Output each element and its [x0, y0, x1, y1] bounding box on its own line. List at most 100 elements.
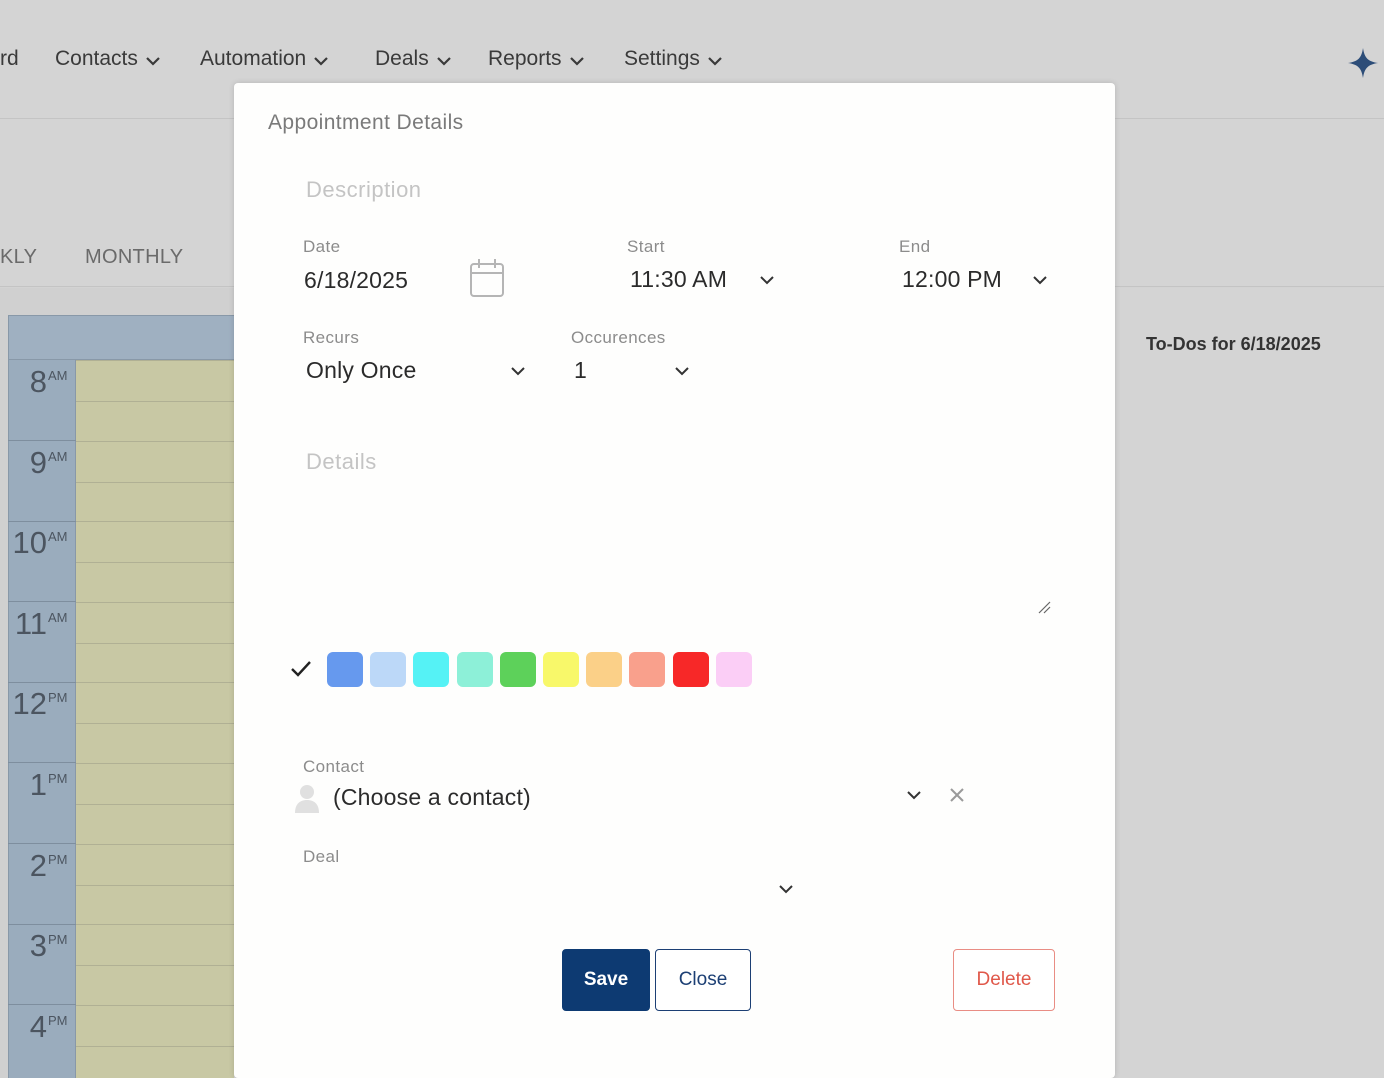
close-button[interactable]: Close	[655, 949, 751, 1011]
chevron-down-icon[interactable]	[906, 787, 922, 803]
close-icon[interactable]	[948, 786, 966, 804]
hour-label: 8 AM	[8, 360, 76, 441]
end-label: End	[899, 237, 931, 256]
hour-ampm: PM	[48, 1013, 68, 1028]
color-swatch[interactable]	[413, 652, 449, 687]
deal-label: Deal	[303, 847, 340, 866]
time-slot-line	[76, 482, 234, 483]
color-swatch[interactable]	[629, 652, 665, 687]
hour-label: 3 PM	[8, 924, 76, 1005]
nav-label: Reports	[488, 47, 562, 70]
hour-label: 10 AM	[8, 521, 76, 602]
hour-label: 4 PM	[8, 1005, 76, 1078]
occurrences-select[interactable]: 1	[574, 357, 587, 384]
time-slot-line	[76, 763, 234, 764]
nav-dashboard[interactable]: rd	[0, 44, 19, 74]
hour-ampm: AM	[48, 529, 68, 544]
nav-label: Contacts	[55, 47, 138, 70]
hour-number: 12	[12, 686, 47, 721]
modal-title: Appointment Details	[268, 111, 464, 134]
color-swatch[interactable]	[457, 652, 493, 687]
chevron-down-icon	[569, 51, 585, 67]
chevron-down-icon[interactable]	[759, 272, 775, 288]
appointment-modal: Appointment Details Description Date 6/1…	[234, 83, 1115, 1078]
day-column-header	[76, 315, 234, 360]
save-button[interactable]: Save	[562, 949, 650, 1011]
color-swatch[interactable]	[543, 652, 579, 687]
hour-number: 8	[29, 364, 47, 399]
end-select[interactable]: 12:00 PM	[902, 266, 1002, 293]
occurrences-label: Occurences	[571, 328, 666, 347]
resize-handle-icon[interactable]	[1037, 600, 1051, 614]
day-column[interactable]	[76, 360, 234, 1078]
hour-ampm: PM	[48, 932, 68, 947]
tab-monthly[interactable]: MONTHLY	[85, 246, 183, 269]
nav-label: Automation	[200, 47, 307, 70]
time-slot-line	[76, 682, 234, 683]
chevron-down-icon	[313, 51, 329, 67]
time-slot-line	[76, 1046, 234, 1047]
hour-label: 11 AM	[8, 602, 76, 683]
todo-panel	[1116, 288, 1384, 1078]
time-slot-line	[76, 441, 234, 442]
checkmark-icon	[290, 658, 312, 680]
hour-ampm: AM	[48, 449, 68, 464]
recurs-label: Recurs	[303, 328, 360, 347]
hour-ampm: PM	[48, 852, 68, 867]
hour-label: 2 PM	[8, 844, 76, 925]
person-icon	[294, 783, 320, 813]
chevron-down-icon	[436, 51, 452, 67]
color-swatch[interactable]	[673, 652, 709, 687]
color-swatch[interactable]	[500, 652, 536, 687]
hour-label: 12 PM	[8, 682, 76, 763]
start-label: Start	[627, 237, 665, 256]
hour-ampm: AM	[48, 610, 68, 625]
hour-ampm: PM	[48, 690, 68, 705]
color-swatch[interactable]	[370, 652, 406, 687]
time-slot-line	[76, 521, 234, 522]
sparkle-icon[interactable]	[1346, 46, 1380, 80]
contact-select[interactable]: (Choose a contact)	[333, 784, 531, 811]
recurs-select[interactable]: Only Once	[306, 357, 416, 384]
time-slot-line	[76, 1005, 234, 1006]
contact-label: Contact	[303, 757, 365, 776]
hour-ampm: AM	[48, 368, 68, 383]
time-slot-line	[76, 924, 234, 925]
calendar-icon[interactable]	[469, 258, 505, 298]
hour-ampm: PM	[48, 771, 68, 786]
time-slot-line	[76, 562, 234, 563]
nav-reports[interactable]: Reports	[488, 44, 585, 74]
hour-label: 1 PM	[8, 763, 76, 844]
color-swatch[interactable]	[716, 652, 752, 687]
time-slot-line	[76, 643, 234, 644]
hour-number: 1	[29, 767, 47, 802]
chevron-down-icon	[707, 51, 723, 67]
delete-button[interactable]: Delete	[953, 949, 1055, 1011]
nav-automation[interactable]: Automation	[200, 44, 329, 74]
hour-number: 9	[29, 445, 47, 480]
start-select[interactable]: 11:30 AM	[630, 266, 727, 293]
chevron-down-icon	[145, 51, 161, 67]
date-label: Date	[303, 237, 341, 256]
time-slot-line	[76, 804, 234, 805]
time-slot-line	[76, 360, 234, 361]
hour-number: 4	[29, 1009, 47, 1044]
color-swatch[interactable]	[327, 652, 363, 687]
hour-number: 2	[29, 848, 47, 883]
chevron-down-icon[interactable]	[510, 363, 526, 379]
chevron-down-icon[interactable]	[674, 363, 690, 379]
hour-number: 11	[14, 606, 47, 641]
chevron-down-icon[interactable]	[778, 881, 794, 897]
description-input[interactable]: Description	[306, 177, 422, 203]
nav-contacts[interactable]: Contacts	[55, 44, 161, 74]
chevron-down-icon[interactable]	[1032, 272, 1048, 288]
time-slot-line	[76, 723, 234, 724]
tab-weekly[interactable]: KLY	[0, 246, 37, 269]
color-swatch[interactable]	[586, 652, 622, 687]
nav-settings[interactable]: Settings	[624, 44, 723, 74]
details-textarea[interactable]: Details	[306, 449, 377, 475]
hour-number: 3	[29, 928, 47, 963]
time-slot-line	[76, 844, 234, 845]
nav-deals[interactable]: Deals	[375, 44, 452, 74]
date-input[interactable]: 6/18/2025	[304, 267, 408, 294]
